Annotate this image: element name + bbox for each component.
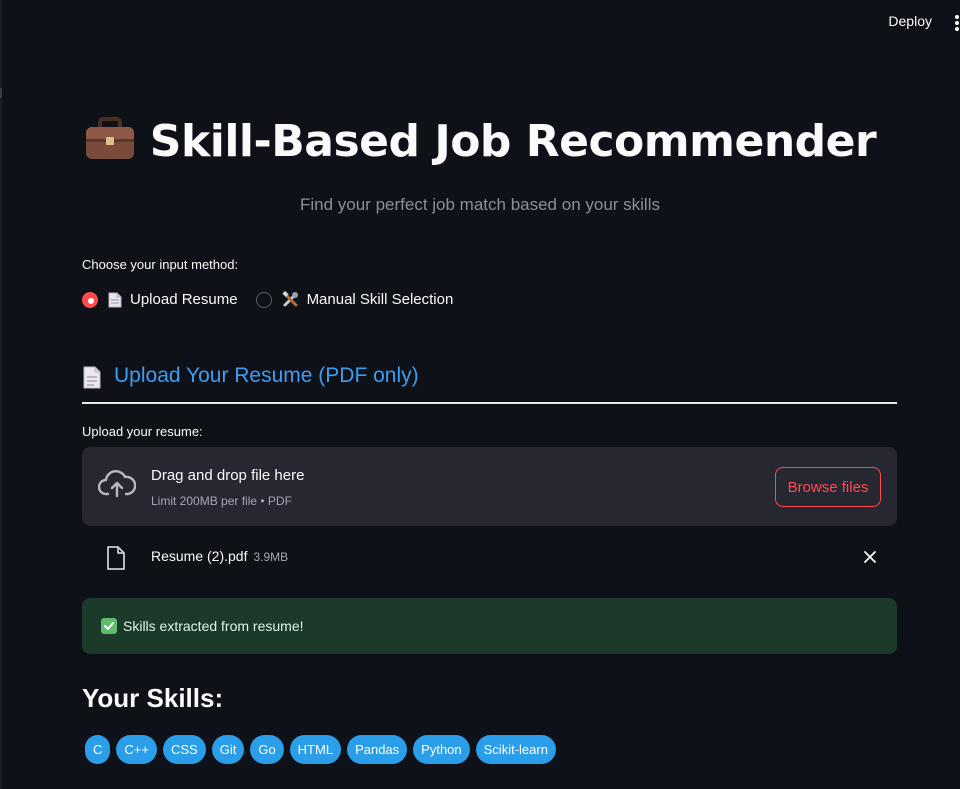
menu-dot	[955, 27, 959, 31]
dropzone-limit: Limit 200MB per file • PDF	[151, 494, 292, 508]
app-root: Deploy Skill-Based Job Recommender Find …	[0, 0, 960, 789]
file-dropzone[interactable]: Drag and drop file here Limit 200MB per …	[82, 447, 897, 526]
page-title: Skill-Based Job Recommender	[0, 116, 960, 172]
tools-icon	[281, 291, 299, 308]
success-alert: Skills extracted from resume!	[82, 598, 897, 654]
document-icon	[82, 366, 102, 394]
radio-manual-skill-selection[interactable]: Manual Skill Selection	[255, 291, 454, 308]
skill-chip: Python	[413, 735, 470, 764]
skills-heading: Your Skills:	[82, 683, 224, 713]
menu-dot	[955, 21, 959, 25]
input-method-radio-group: Upload Resume Manual Skill Selection	[82, 291, 471, 308]
file-icon	[106, 546, 126, 575]
main-menu-button[interactable]	[954, 15, 960, 31]
radio-label: Upload Resume	[130, 291, 238, 308]
radio-upload-resume[interactable]: Upload Resume	[82, 291, 238, 308]
upload-section-title: Upload Your Resume (PDF only)	[114, 364, 419, 387]
browse-files-button[interactable]: Browse files	[775, 467, 881, 507]
file-size: 3.9MB	[253, 550, 289, 564]
document-icon	[108, 292, 122, 308]
page-subtitle: Find your perfect job match based on you…	[299, 195, 660, 214]
skill-chip: C	[85, 735, 111, 764]
skill-chip: C++	[116, 735, 157, 764]
uploaded-file-name: Resume (2).pdf 3.9MB	[151, 548, 288, 564]
radio-selected-indicator[interactable]	[82, 291, 98, 308]
success-message: Skills extracted from resume!	[123, 618, 304, 634]
file-name-text: Resume (2).pdf	[151, 548, 248, 564]
radio-unselected-indicator[interactable]	[255, 291, 272, 308]
menu-dot	[955, 15, 959, 19]
skill-chip: Git	[211, 735, 245, 764]
briefcase-icon	[84, 116, 136, 172]
deploy-button[interactable]: Deploy	[888, 13, 932, 29]
skill-chip: HTML	[289, 735, 342, 764]
input-method-label: Choose your input method:	[82, 257, 239, 272]
close-icon[interactable]	[863, 550, 877, 569]
checkmark-icon	[101, 618, 117, 634]
dropzone-instructions: Drag and drop file here	[151, 467, 305, 484]
skill-chip: Go	[250, 735, 284, 764]
upload-field-label: Upload your resume:	[82, 424, 203, 439]
uploaded-file-row: Resume (2).pdf 3.9MB	[82, 540, 897, 576]
sidebar-collapse-handle[interactable]	[0, 88, 2, 98]
skill-chip: CSS	[162, 735, 206, 764]
topbar: Deploy	[0, 0, 960, 46]
skill-chip: Scikit-learn	[475, 735, 556, 764]
skill-chip: Pandas	[347, 735, 408, 764]
title-text: Skill-Based Job Recommender	[149, 116, 877, 167]
skills-chip-list: C C++ CSS Git Go HTML Pandas Python Scik…	[85, 735, 562, 764]
cloud-upload-icon	[97, 469, 137, 504]
radio-label: Manual Skill Selection	[306, 291, 454, 308]
upload-section-header: Upload Your Resume (PDF only)	[82, 364, 897, 404]
